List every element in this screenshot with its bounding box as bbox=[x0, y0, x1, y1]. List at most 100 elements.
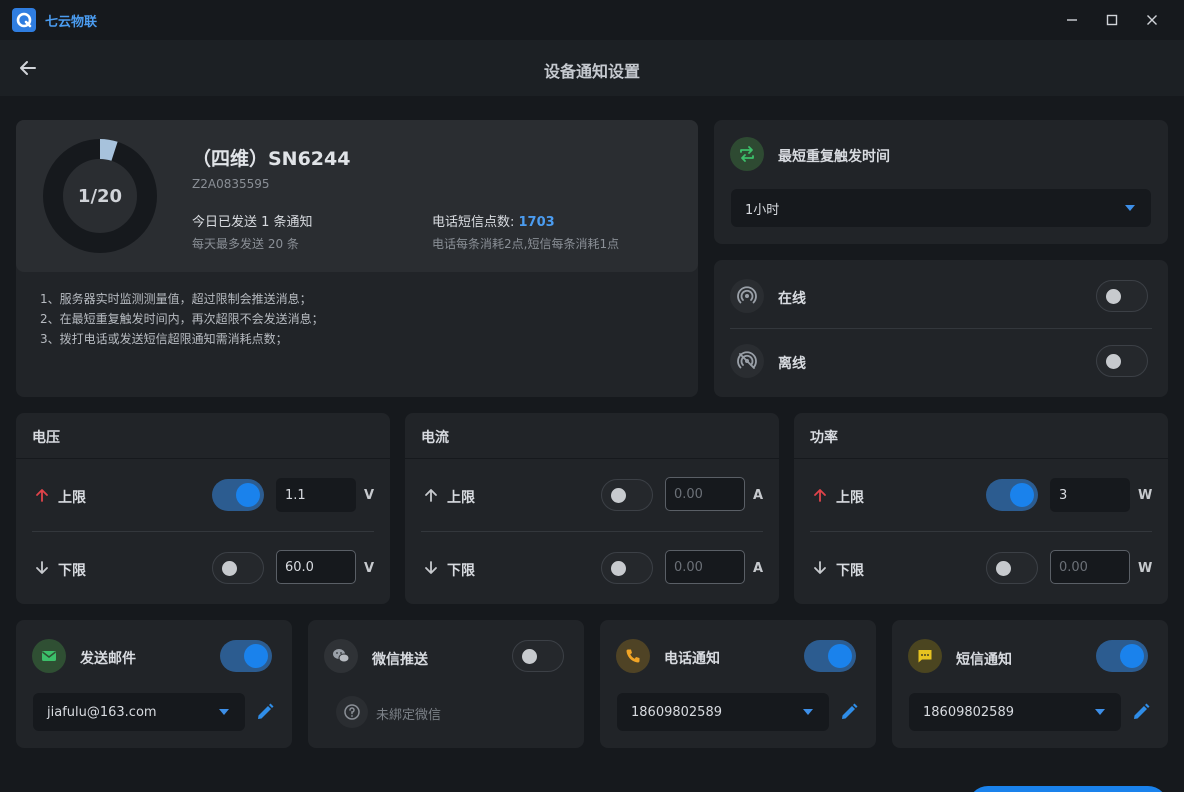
wechat-toggle[interactable] bbox=[512, 640, 564, 672]
points-balance: 电话短信点数: 1703 bbox=[432, 211, 555, 230]
divider bbox=[16, 458, 390, 459]
note-line-2: 2、在最短重复触发时间内，再次超限不会发送消息； bbox=[40, 312, 324, 326]
points-label: 电话短信点数: bbox=[432, 215, 519, 230]
email-select[interactable]: jiafulu@163.com bbox=[33, 693, 245, 731]
note-line-1: 1、服务器实时监测测量值，超过限制会推送消息； bbox=[40, 292, 312, 306]
voltage-lower-toggle[interactable] bbox=[212, 552, 264, 584]
power-lower-toggle[interactable] bbox=[986, 552, 1038, 584]
repeat-time-select[interactable]: 1小时 bbox=[731, 189, 1151, 227]
current-lower-toggle[interactable] bbox=[601, 552, 653, 584]
power-upper-input[interactable]: 3 bbox=[1050, 478, 1130, 512]
arrow-down-icon bbox=[814, 561, 826, 574]
app-logo-icon bbox=[12, 8, 36, 32]
device-info-card: 1/20 （四维）SN6244 Z2A0835595 今日已发送 1 条通知 每… bbox=[16, 120, 698, 397]
current-upper-toggle[interactable] bbox=[601, 479, 653, 511]
app-name: 七云物联 bbox=[45, 15, 98, 30]
note-line-3: 3、拨打电话或发送短信超限通知需消耗点数； bbox=[40, 332, 288, 346]
sms-toggle[interactable] bbox=[1096, 640, 1148, 672]
page-header: 设备通知设置 bbox=[0, 40, 1184, 96]
daily-max: 每天最多发送 20 条 bbox=[192, 237, 299, 251]
device-sn: Z2A0835595 bbox=[192, 177, 270, 191]
email-value: jiafulu@163.com bbox=[47, 704, 157, 720]
sms-select[interactable]: 18609802589 bbox=[909, 693, 1121, 731]
arrow-down-icon bbox=[36, 561, 48, 574]
power-lower-label: 下限 bbox=[836, 563, 864, 579]
chevron-down-icon bbox=[1095, 709, 1105, 715]
edit-icon[interactable] bbox=[254, 701, 276, 723]
points-note: 电话每条消耗2点,短信每条消耗1点 bbox=[432, 237, 620, 251]
divider bbox=[421, 531, 763, 532]
voltage-upper-unit: V bbox=[364, 488, 375, 503]
divider bbox=[794, 458, 1168, 459]
minimize-icon[interactable] bbox=[1060, 8, 1084, 32]
sms-icon bbox=[908, 639, 942, 673]
divider bbox=[730, 328, 1152, 329]
arrow-up-icon bbox=[425, 489, 437, 502]
phone-label: 电话通知 bbox=[664, 651, 720, 667]
device-summary: 1/20 （四维）SN6244 Z2A0835595 今日已发送 1 条通知 每… bbox=[16, 120, 698, 272]
offline-signal-icon bbox=[730, 344, 764, 378]
repeat-icon bbox=[730, 137, 764, 171]
chevron-down-icon bbox=[219, 709, 229, 715]
power-upper-unit: W bbox=[1138, 488, 1153, 503]
save-button[interactable] bbox=[968, 786, 1168, 792]
help-icon bbox=[336, 696, 368, 728]
current-upper-unit: A bbox=[753, 488, 764, 503]
wechat-unbound-hint[interactable]: 未綁定微信 bbox=[376, 704, 441, 723]
power-lower-input[interactable]: 0.00 bbox=[1050, 550, 1130, 584]
wechat-channel-card: 微信推送 未綁定微信 bbox=[308, 620, 584, 748]
mail-icon bbox=[32, 639, 66, 673]
divider bbox=[810, 531, 1152, 532]
title-bar: 七云物联 bbox=[0, 0, 1184, 40]
sms-label: 短信通知 bbox=[956, 652, 1012, 668]
current-lower-input[interactable]: 0.00 bbox=[665, 550, 745, 584]
divider bbox=[32, 531, 374, 532]
voltage-lower-input[interactable]: 60.0 bbox=[276, 550, 356, 584]
edit-icon[interactable] bbox=[838, 701, 860, 723]
close-icon[interactable] bbox=[1140, 8, 1164, 32]
phone-value: 18609802589 bbox=[631, 704, 722, 720]
voltage-upper-input[interactable]: 1.1 bbox=[276, 478, 356, 512]
page-title: 设备通知设置 bbox=[543, 62, 640, 81]
phone-select[interactable]: 18609802589 bbox=[617, 693, 829, 731]
chevron-down-icon bbox=[803, 709, 813, 715]
sent-today: 今日已发送 1 条通知 bbox=[192, 215, 313, 230]
voltage-lower-label: 下限 bbox=[58, 563, 86, 579]
wechat-label: 微信推送 bbox=[372, 652, 428, 668]
arrow-up-icon bbox=[36, 489, 48, 502]
chevron-down-icon bbox=[1125, 205, 1135, 211]
repeat-time-value: 1小时 bbox=[745, 202, 780, 218]
current-lower-label: 下限 bbox=[447, 563, 475, 579]
points-value: 1703 bbox=[518, 215, 555, 230]
divider bbox=[405, 458, 779, 459]
phone-toggle[interactable] bbox=[804, 640, 856, 672]
voltage-title: 电压 bbox=[32, 430, 60, 446]
power-upper-toggle[interactable] bbox=[986, 479, 1038, 511]
repeat-label: 最短重复触发时间 bbox=[778, 149, 890, 165]
email-toggle[interactable] bbox=[220, 640, 272, 672]
voltage-card: 电压 上限 1.1 V 下限 60.0 V bbox=[16, 413, 390, 604]
online-label: 在线 bbox=[778, 291, 806, 307]
current-upper-label: 上限 bbox=[447, 490, 475, 506]
status-card: 在线 离线 bbox=[714, 260, 1168, 397]
sms-value: 18609802589 bbox=[923, 704, 1014, 720]
current-title: 电流 bbox=[421, 430, 449, 446]
repeat-time-card: 最短重复触发时间 1小时 bbox=[714, 120, 1168, 244]
usage-count: 1/20 bbox=[77, 185, 123, 207]
edit-icon[interactable] bbox=[1130, 701, 1152, 723]
power-lower-unit: W bbox=[1138, 561, 1153, 576]
voltage-upper-toggle[interactable] bbox=[212, 479, 264, 511]
power-card: 功率 上限 3 W 下限 0.00 W bbox=[794, 413, 1168, 604]
offline-toggle[interactable] bbox=[1096, 345, 1148, 377]
offline-label: 离线 bbox=[778, 356, 806, 372]
online-signal-icon bbox=[730, 279, 764, 313]
maximize-icon[interactable] bbox=[1100, 8, 1124, 32]
device-name: （四维）SN6244 bbox=[192, 148, 351, 170]
current-upper-input[interactable]: 0.00 bbox=[665, 477, 745, 511]
email-channel-card: 发送邮件 jiafulu@163.com bbox=[16, 620, 292, 748]
phone-icon bbox=[616, 639, 650, 673]
sms-channel-card: 短信通知 18609802589 bbox=[892, 620, 1168, 748]
phone-channel-card: 电话通知 18609802589 bbox=[600, 620, 876, 748]
arrow-up-icon bbox=[814, 489, 826, 502]
online-toggle[interactable] bbox=[1096, 280, 1148, 312]
